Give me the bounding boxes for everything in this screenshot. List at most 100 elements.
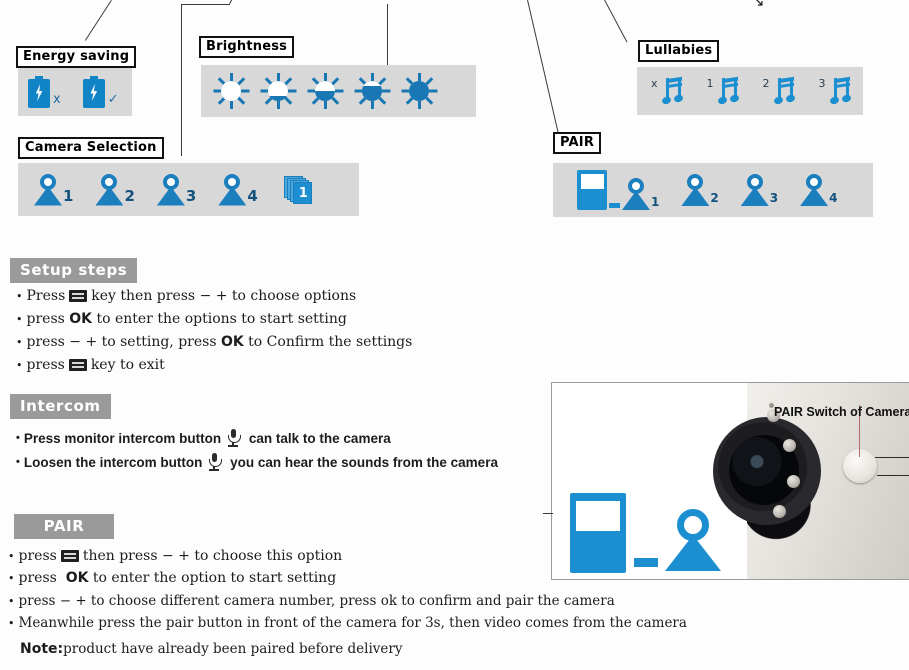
lullaby-option-3[interactable]: 3	[819, 76, 852, 106]
camera-person-icon	[800, 174, 829, 206]
pair-line-3: • press − + to choose different camera n…	[8, 593, 615, 609]
bullet: •	[8, 571, 15, 585]
brightness-sun-icon[interactable]	[260, 73, 296, 109]
camera-person-icon	[156, 173, 185, 206]
intercom-2-post: you can hear the sounds from the camera	[230, 454, 498, 470]
camera-option-4[interactable]: 4	[218, 173, 258, 206]
setup-step-2-pre: press	[26, 311, 65, 327]
setup-step-1-pre: Press	[26, 288, 66, 304]
callout-label-brightness: Brightness	[199, 36, 295, 58]
pair-label-text: PAIR	[560, 135, 595, 150]
camera-option-2[interactable]: 2	[95, 173, 135, 206]
intercom-1-post: can talk to the camera	[248, 430, 391, 446]
pair-line-4: • Meanwhile press the pair button in fro…	[8, 615, 687, 631]
camera-person-icon	[95, 173, 124, 206]
menu-key-icon	[69, 290, 88, 302]
brightness-sun-icon[interactable]	[401, 73, 437, 109]
note-label: Note:	[20, 641, 64, 657]
pair-number: 3	[769, 191, 779, 205]
section-heading-intercom: Intercom	[10, 394, 111, 419]
energy-saving-mark-off: x	[53, 92, 61, 107]
lullaby-option-1[interactable]: 1	[707, 76, 740, 106]
microphone-icon	[226, 429, 241, 447]
pair-option-1[interactable]: 1	[577, 170, 659, 210]
bullet: •	[16, 289, 23, 303]
callout-label-pair: PAIR	[553, 132, 602, 154]
pair-line-1: • press then press − + to choose this op…	[8, 548, 342, 564]
brightness-sun-icon[interactable]	[213, 73, 249, 109]
setup-step-line-3: • press − + to setting, press OK to Conf…	[16, 334, 412, 350]
clipped-glyph: ↘	[752, 0, 765, 10]
setup-step-3-post: to Confirm the settings	[248, 334, 413, 350]
camera-option-scan[interactable]: 1	[283, 174, 314, 206]
camera-selection-strip: 1 2 3 4 1	[18, 163, 359, 216]
camera-number: 4	[247, 186, 258, 205]
intercom-line-1: • Press monitor intercom button can talk…	[16, 429, 391, 447]
connector-line-brightness-drop	[387, 4, 388, 67]
music-note-icon	[712, 76, 740, 106]
pair-option-3[interactable]: 3	[740, 174, 779, 206]
setup-step-line-2: • press OK to enter the options to start…	[16, 311, 347, 327]
pair-2-post: to enter the option to start setting	[92, 570, 337, 586]
sun-fill-level	[362, 86, 382, 101]
pair-switch-photo-panel: PAIR Switch of Camera	[551, 382, 909, 580]
pair-switch-caption-text: PAIR Switch of Camera	[774, 405, 909, 419]
bullet: •	[8, 594, 15, 608]
setup-step-3-pre: press − + to setting, press	[26, 334, 217, 350]
brightness-strip	[201, 65, 476, 117]
pair-switch-button[interactable]	[843, 449, 877, 483]
lullabies-label-text: Lullabies	[645, 43, 713, 58]
energy-saving-label-text: Energy saving	[23, 49, 130, 64]
sun-fill-level	[315, 91, 335, 101]
camera-led-icon	[773, 505, 786, 518]
menu-key-icon	[68, 359, 87, 371]
setup-step-4-post: key to exit	[90, 357, 165, 373]
bullet: •	[16, 358, 23, 372]
camera-led-icon	[787, 475, 800, 488]
callout-label-camera-selection: Camera Selection	[18, 137, 164, 159]
setup-step-line-1: • Press key then press − + to choose opt…	[16, 288, 356, 304]
camera-option-1[interactable]: 1	[34, 173, 73, 206]
sun-fill-mask	[268, 81, 288, 101]
intercom-line-2: • Loosen the intercom button you can hea…	[16, 453, 498, 471]
camera-person-icon	[740, 174, 769, 206]
dash-icon	[609, 203, 620, 208]
setup-step-4-pre: press	[26, 357, 65, 373]
battery-bolt-icon	[82, 76, 105, 108]
pair-option-4[interactable]: 4	[800, 174, 837, 206]
lullaby-option-2[interactable]: 2	[763, 76, 796, 106]
connector-line-brightness-diagonal	[228, 0, 243, 4]
brightness-label-text: Brightness	[206, 39, 288, 54]
sun-fill-mask	[315, 81, 335, 101]
camera-option-3[interactable]: 3	[156, 173, 196, 206]
pair-switch-caption: PAIR Switch of Camera	[774, 405, 909, 419]
camera-person-icon	[34, 173, 62, 206]
setup-step-2-post: to enter the options to start setting	[96, 311, 347, 327]
pair-switch-lead-top	[875, 457, 909, 459]
pair-1-post: then press − + to choose this option	[82, 548, 343, 564]
bullet: •	[16, 335, 23, 349]
energy-saving-option-on[interactable]: ✓	[82, 76, 119, 108]
menu-key-icon	[60, 550, 79, 562]
pair-option-2[interactable]: 2	[681, 174, 719, 206]
sun-fill-level	[268, 96, 288, 101]
camera-number: 2	[124, 186, 135, 205]
note-text: product have already been paired before …	[63, 641, 403, 657]
pair-number: 4	[829, 191, 838, 205]
pair-number: 1	[651, 195, 660, 209]
sun-fill-mask	[362, 81, 382, 101]
lullabies-strip: x 1 2 3	[637, 67, 863, 115]
intercom-1-pre: Press monitor intercom button	[23, 430, 222, 446]
connector-line-brightness-vertical	[181, 4, 182, 156]
bullet: •	[8, 549, 15, 563]
setup-step-3-key: OK	[220, 334, 244, 350]
lullaby-option-off[interactable]: x	[651, 76, 684, 106]
connector-line-energy-saving	[84, 0, 112, 41]
connector-line-brightness-horizontal	[181, 4, 230, 5]
brightness-sun-icon[interactable]	[354, 73, 390, 109]
energy-saving-option-off[interactable]: x	[28, 76, 61, 108]
pair-switch-lead-bottom	[877, 475, 909, 477]
callout-label-lullabies: Lullabies	[638, 40, 720, 62]
camera-person-icon	[622, 178, 650, 210]
brightness-sun-icon[interactable]	[307, 73, 343, 109]
